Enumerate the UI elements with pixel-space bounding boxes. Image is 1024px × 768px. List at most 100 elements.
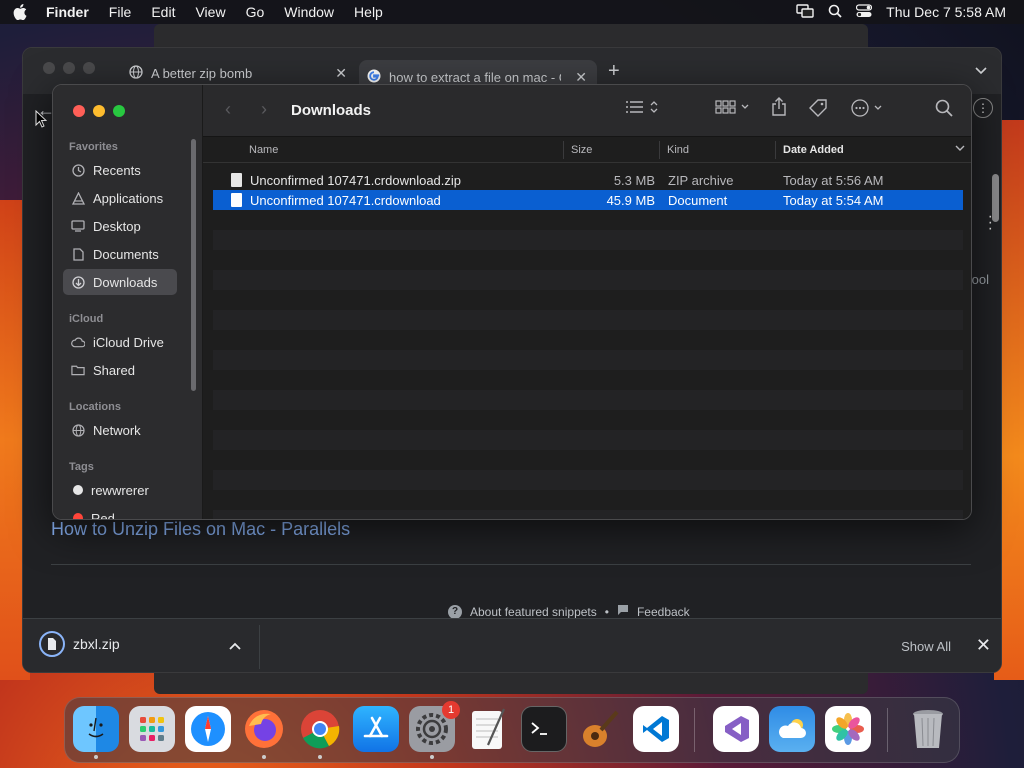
more-options-icon[interactable]: ⋮ <box>973 98 993 118</box>
close-icon[interactable]: ✕ <box>335 65 347 82</box>
menu-window[interactable]: Window <box>274 4 344 20</box>
column-separator <box>659 141 660 159</box>
finder-toolbar: ‹ › Downloads <box>203 85 971 137</box>
sidebar-item-recents[interactable]: Recents <box>63 157 177 183</box>
spotlight-search-icon[interactable] <box>828 4 842 21</box>
menu-edit[interactable]: Edit <box>141 4 185 20</box>
finder-window: Favorites Recents Applications Desktop D… <box>52 84 972 520</box>
tab-better-zip-bomb[interactable]: A better zip bomb ✕ <box>123 60 351 86</box>
forward-icon[interactable]: › <box>261 99 267 120</box>
about-snippets-link[interactable]: About featured snippets <box>470 605 597 619</box>
file-size: 5.3 MB <box>613 173 655 188</box>
menu-app-name[interactable]: Finder <box>40 4 99 20</box>
new-tab-button[interactable]: + <box>608 60 620 83</box>
finder-close-button[interactable] <box>73 105 85 117</box>
close-icon[interactable]: ✕ <box>575 69 587 86</box>
document-icon <box>231 193 242 207</box>
vertical-scrollbar[interactable] <box>992 174 999 222</box>
finder-zoom-button[interactable] <box>113 105 125 117</box>
clock-icon <box>71 163 85 177</box>
sidebar-item-desktop[interactable]: Desktop <box>63 213 177 239</box>
sidebar-item-label: iCloud Drive <box>93 334 164 350</box>
download-item[interactable]: zbxl.zip <box>39 631 120 657</box>
feedback-link[interactable]: Feedback <box>637 605 690 619</box>
running-indicator <box>318 755 322 759</box>
dock-chrome-icon[interactable] <box>297 706 343 759</box>
menu-view[interactable]: View <box>185 4 235 20</box>
show-all-button[interactable]: Show All <box>901 639 951 654</box>
globe-icon <box>71 423 85 437</box>
dock-photos-icon[interactable] <box>825 706 871 752</box>
notification-badge: 1 <box>442 701 460 719</box>
sidebar-item-downloads[interactable]: Downloads <box>63 269 177 295</box>
tag-icon[interactable] <box>809 99 827 122</box>
sidebar-item-tag-rewwrerer[interactable]: rewwrerer <box>63 477 177 503</box>
file-kind: Document <box>668 193 728 208</box>
menu-go[interactable]: Go <box>236 4 275 20</box>
sidebar-header-tags: Tags <box>69 461 94 473</box>
applications-icon <box>71 191 85 205</box>
apple-icon[interactable] <box>0 4 40 20</box>
chevron-down-icon[interactable] <box>955 143 965 155</box>
dock-finder-icon[interactable] <box>73 706 119 759</box>
sidebar-item-documents[interactable]: Documents <box>63 241 177 267</box>
column-header-kind[interactable]: Kind <box>667 144 689 156</box>
sidebar-header-favorites: Favorites <box>69 141 118 153</box>
dock-system-settings-icon[interactable]: 1 <box>409 701 460 759</box>
dock-safari-icon[interactable] <box>185 706 231 752</box>
finder-sidebar: Favorites Recents Applications Desktop D… <box>53 85 203 519</box>
window-close-button[interactable] <box>43 62 55 74</box>
shared-folder-icon <box>71 364 85 376</box>
running-indicator <box>430 755 434 759</box>
column-header-name[interactable]: Name <box>249 144 278 156</box>
chevron-down-icon[interactable] <box>975 64 987 78</box>
snippet-link[interactable]: How to Unzip Files on Mac - Parallels <box>51 519 350 540</box>
column-header-date-added[interactable]: Date Added <box>783 144 844 156</box>
divider <box>259 625 260 669</box>
dock-visual-studio-icon[interactable] <box>713 706 759 752</box>
sidebar-item-applications[interactable]: Applications <box>63 185 177 211</box>
chevron-up-icon[interactable] <box>229 639 241 653</box>
dock-garageband-icon[interactable] <box>577 706 623 752</box>
finder-minimize-button[interactable] <box>93 105 105 117</box>
screen-mirroring-icon[interactable] <box>796 3 814 21</box>
clock[interactable]: Thu Dec 7 5:58 AM <box>886 4 1006 20</box>
sidebar-item-network[interactable]: Network <box>63 417 177 443</box>
search-icon[interactable] <box>935 99 953 122</box>
close-icon[interactable]: ✕ <box>976 635 991 656</box>
dock-trash-icon[interactable] <box>905 706 951 752</box>
running-indicator <box>262 755 266 759</box>
dock-weather-icon[interactable] <box>769 706 815 752</box>
column-separator <box>775 141 776 159</box>
dock-textedit-icon[interactable] <box>465 706 511 752</box>
share-icon[interactable] <box>771 97 787 122</box>
column-separator <box>563 141 564 159</box>
back-icon[interactable]: ‹ <box>225 99 231 120</box>
more-actions-icon[interactable] <box>851 99 885 122</box>
sidebar-item-icloud-drive[interactable]: iCloud Drive <box>63 329 177 355</box>
column-header-size[interactable]: Size <box>571 144 592 156</box>
control-center-icon[interactable] <box>856 3 873 21</box>
empty-row <box>213 390 963 410</box>
window-zoom-button[interactable] <box>83 62 95 74</box>
dock-launchpad-icon[interactable] <box>129 706 175 752</box>
table-row[interactable]: Unconfirmed 107471.crdownload 45.9 MB Do… <box>213 190 963 210</box>
tag-color-dot <box>73 485 83 495</box>
cloud-icon <box>71 337 85 348</box>
dock-app-store-icon[interactable] <box>353 706 399 752</box>
dock-visual-studio-code-icon[interactable] <box>633 706 679 752</box>
document-icon <box>71 247 85 261</box>
window-minimize-button[interactable] <box>63 62 75 74</box>
table-row[interactable]: Unconfirmed 107471.crdownload.zip 5.3 MB… <box>213 170 963 190</box>
menu-help[interactable]: Help <box>344 4 393 20</box>
sidebar-item-tag-red[interactable]: Red <box>63 505 177 519</box>
dock-firefox-icon[interactable] <box>241 706 287 759</box>
group-by-icon[interactable] <box>715 99 751 120</box>
list-view-icon[interactable] <box>625 99 659 120</box>
sidebar-header-icloud: iCloud <box>69 313 104 325</box>
sidebar-scrollbar[interactable] <box>191 139 196 391</box>
sidebar-item-label: Network <box>93 422 141 438</box>
dock-terminal-icon[interactable] <box>521 706 567 752</box>
menu-file[interactable]: File <box>99 4 142 20</box>
sidebar-item-shared[interactable]: Shared <box>63 357 177 383</box>
